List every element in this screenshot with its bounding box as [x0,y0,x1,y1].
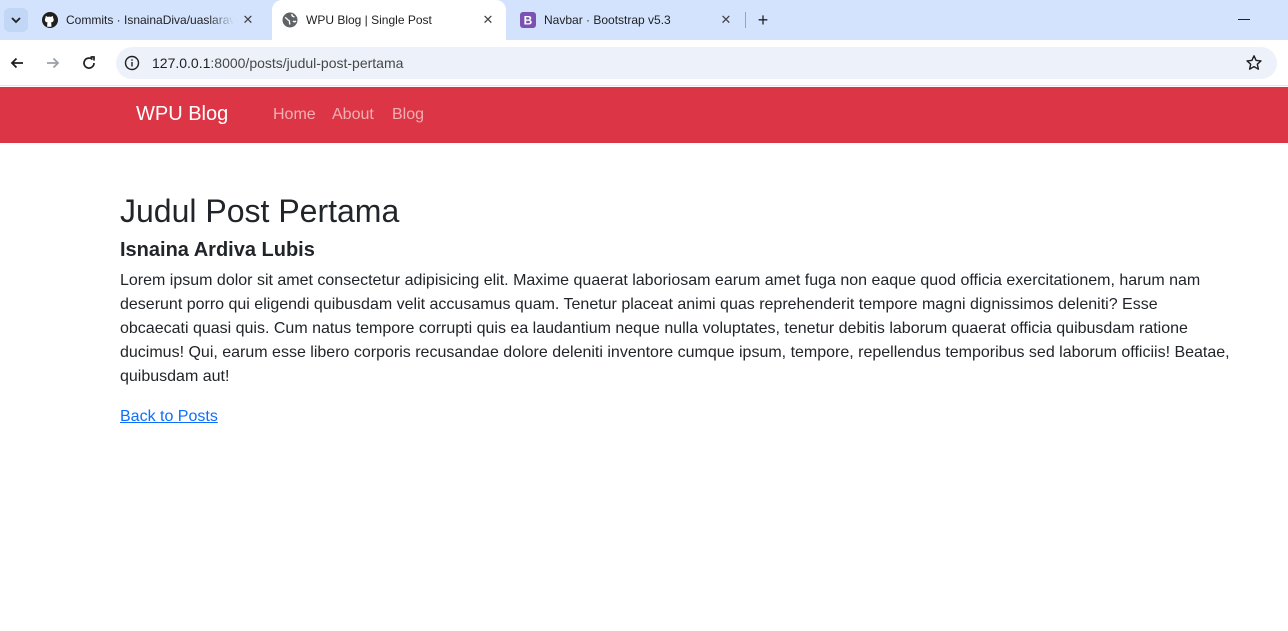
svg-text:B: B [524,14,533,28]
new-tab-button[interactable]: + [752,9,774,31]
tab-title: Navbar · Bootstrap v5.3 [544,13,671,27]
close-icon[interactable]: ✕ [240,12,256,28]
chevron-down-icon [11,17,21,24]
arrow-right-icon [47,57,60,69]
tab-title: Commits · IsnainaDiva/uaslaravel [66,13,234,27]
reload-button[interactable] [77,51,101,75]
minimize-window-button[interactable] [1238,19,1250,20]
browser-tab-strip: Commits · IsnainaDiva/uaslaravel ✕ WPU B… [0,0,1288,40]
post-body: Lorem ipsum dolor sit amet consectetur a… [120,272,1230,385]
site-info-icon[interactable] [124,55,140,71]
navbar-brand[interactable]: WPU Blog [136,103,228,126]
nav-link-blog[interactable]: Blog [392,106,424,124]
url-path: :8000/posts/judul-post-pertama [210,55,404,71]
post-author: Isnaina Ardiva Lubis [120,239,315,261]
star-icon[interactable] [1245,54,1263,72]
browser-tab-commits[interactable]: Commits · IsnainaDiva/uaslaravel ✕ [34,0,266,40]
site-navbar: WPU Blog Home About Blog [0,87,1288,143]
github-icon [42,12,58,28]
browser-tab-single-post[interactable]: WPU Blog | Single Post ✕ [272,0,506,40]
post-title: Judul Post Pertama [120,193,400,229]
tab-title: WPU Blog | Single Post [306,13,432,27]
close-icon[interactable]: ✕ [718,12,734,28]
arrow-left-icon [10,57,23,69]
globe-icon [282,12,298,28]
browser-toolbar: 127.0.0.1:8000/posts/judul-post-pertama [0,40,1288,86]
tab-separator [745,12,746,28]
close-icon[interactable]: ✕ [480,12,496,28]
url-host: 127.0.0.1 [152,55,211,71]
tab-search-button[interactable] [4,8,28,32]
browser-tab-bootstrap-navbar[interactable]: B Navbar · Bootstrap v5.3 ✕ [510,0,744,40]
back-to-posts-link[interactable]: Back to Posts [120,405,218,429]
reload-icon [83,56,95,69]
nav-link-home[interactable]: Home [273,106,316,124]
address-url[interactable]: 127.0.0.1:8000/posts/judul-post-pertama [152,55,403,71]
bootstrap-icon: B [520,12,536,28]
back-button[interactable] [5,51,29,75]
forward-button[interactable] [41,51,65,75]
nav-link-about[interactable]: About [332,106,374,124]
address-bar[interactable]: 127.0.0.1:8000/posts/judul-post-pertama [116,47,1277,79]
plus-icon: + [757,9,769,30]
